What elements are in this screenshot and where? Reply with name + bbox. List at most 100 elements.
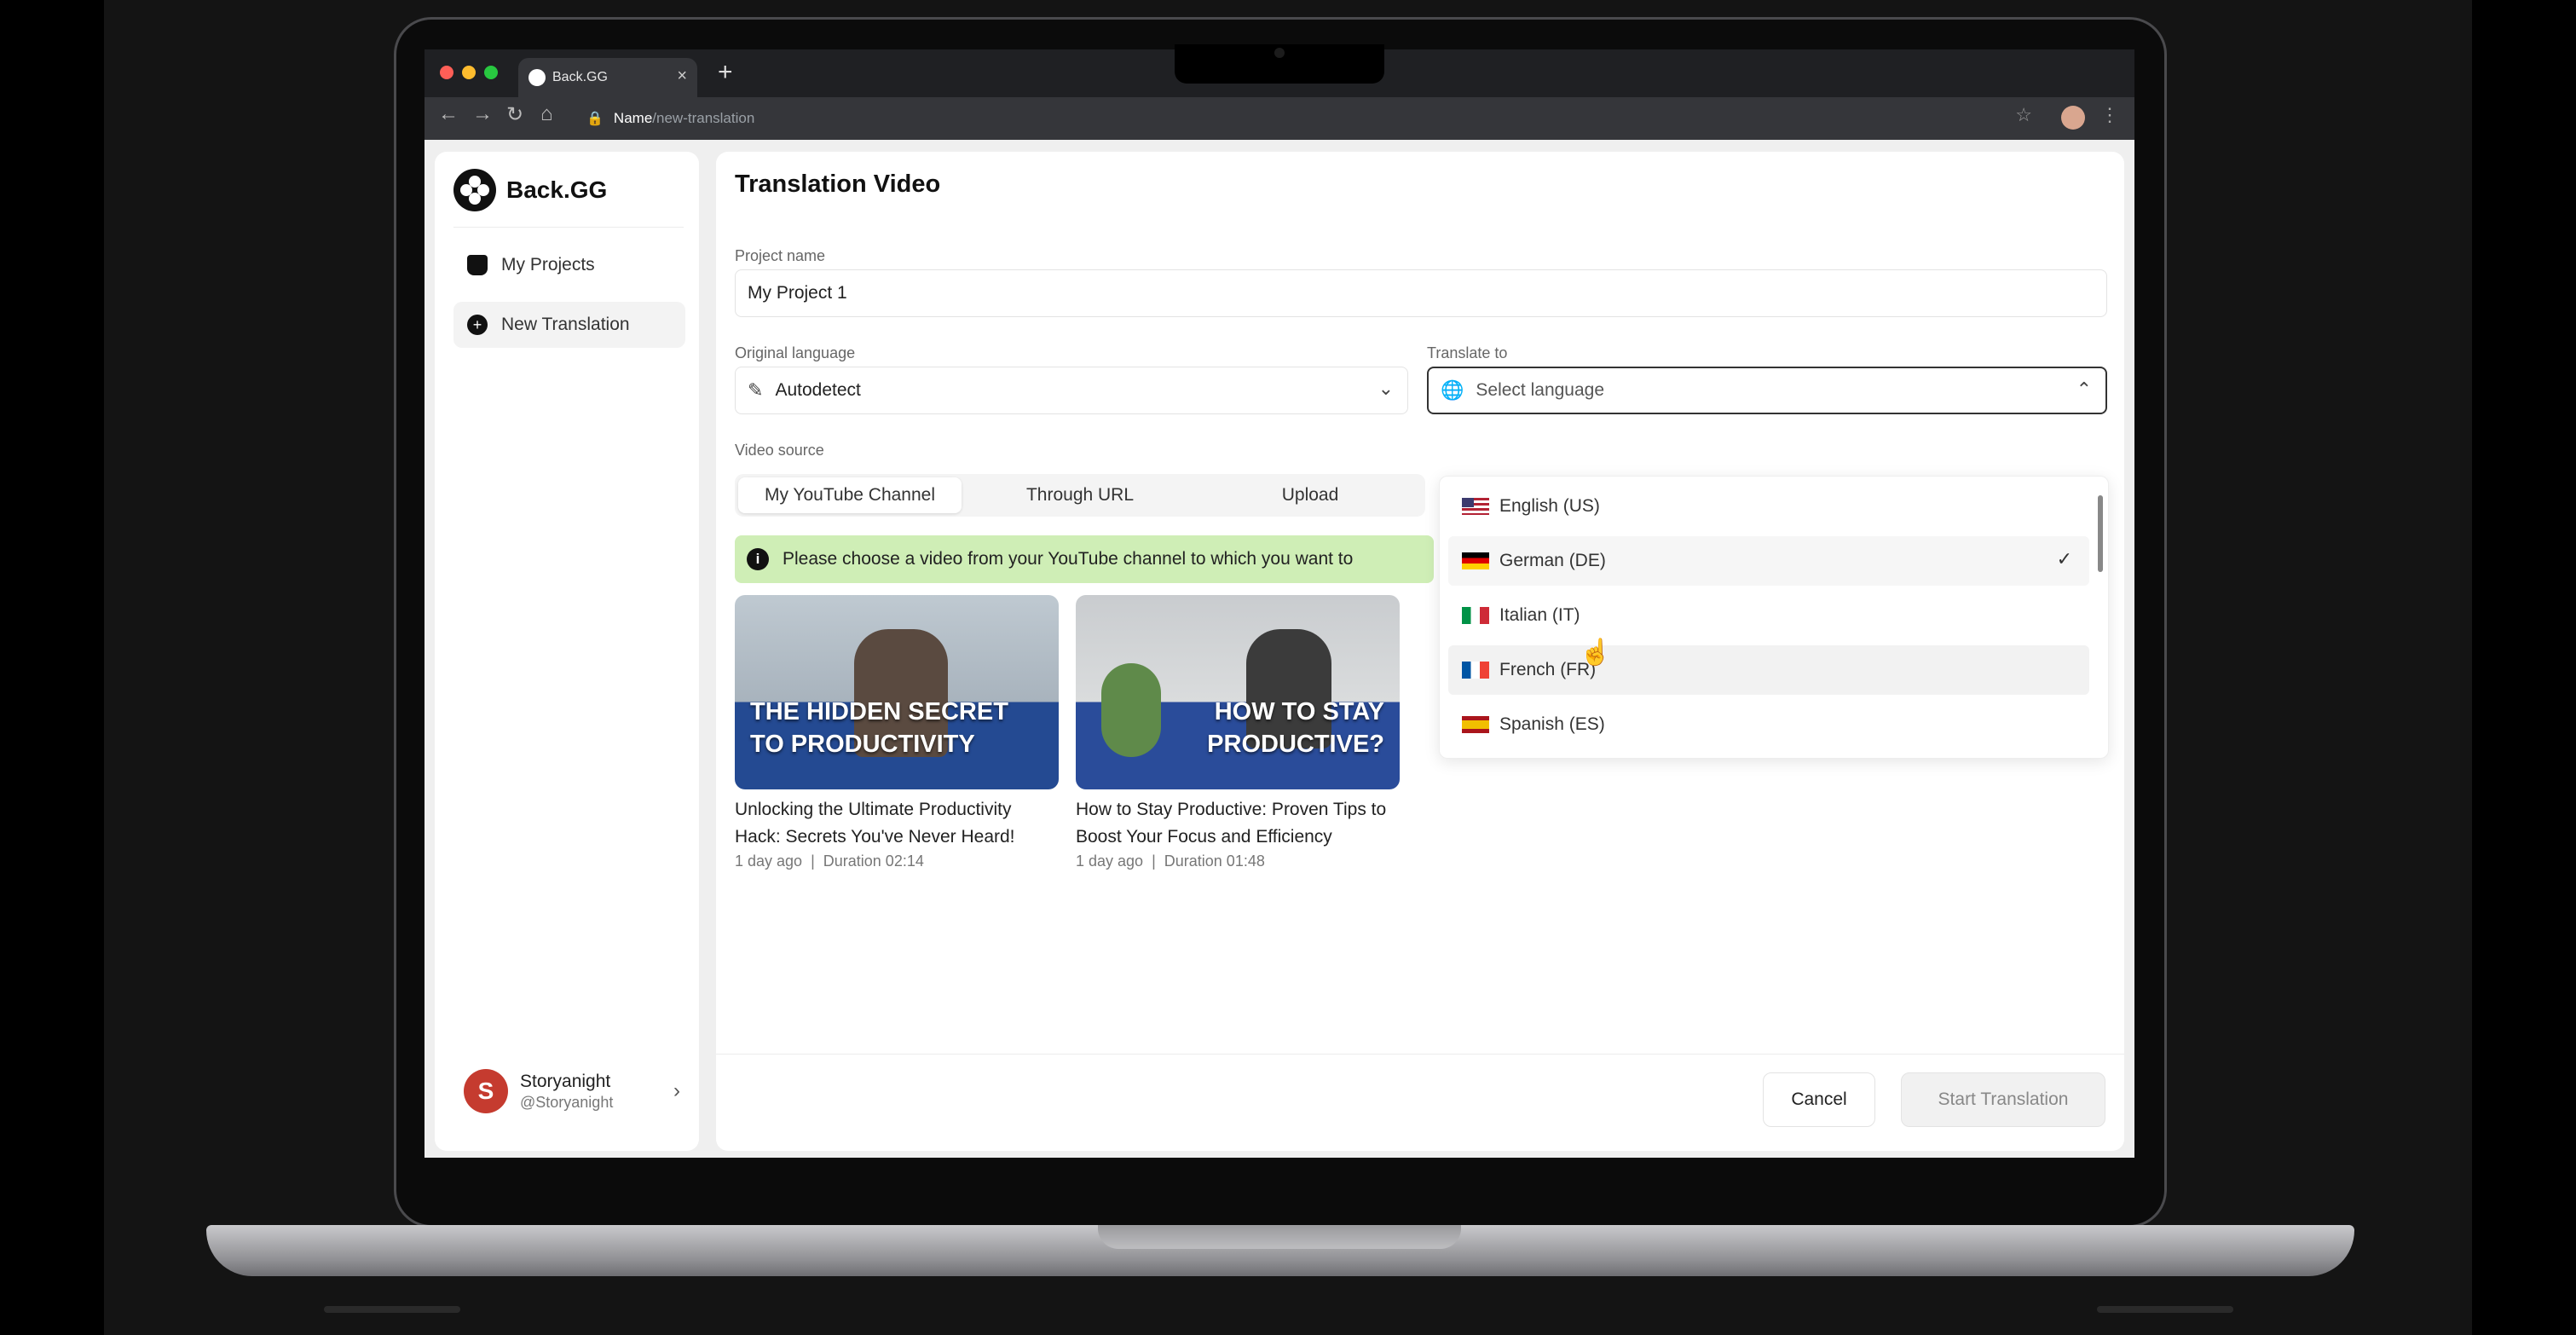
camera-icon bbox=[1274, 48, 1285, 58]
favicon-icon bbox=[528, 69, 546, 86]
info-icon: i bbox=[747, 548, 769, 570]
video-duration: Duration 02:14 bbox=[823, 852, 924, 870]
globe-icon: 🌐 bbox=[1441, 379, 1464, 401]
video-title[interactable]: Unlocking the Ultimate Productivity Hack… bbox=[735, 796, 1059, 851]
sidebar: Back.GG My Projects + New Translation S … bbox=[435, 152, 699, 1151]
sidebar-item-new-translation[interactable]: + New Translation bbox=[453, 302, 685, 348]
tab-upload[interactable]: Upload bbox=[1198, 477, 1422, 513]
language-option-label: German (DE) bbox=[1499, 551, 1606, 570]
language-option-label: Spanish (ES) bbox=[1499, 714, 1605, 734]
page-title: Translation Video bbox=[735, 170, 941, 198]
brand-name: Back.GG bbox=[506, 176, 608, 203]
video-title[interactable]: How to Stay Productive: Proven Tips to B… bbox=[1076, 796, 1400, 851]
language-option-de[interactable]: German (DE) ✓ bbox=[1448, 536, 2089, 586]
app-page: Back.GG My Projects + New Translation S … bbox=[425, 140, 2134, 1158]
language-option-it[interactable]: Italian (IT) bbox=[1448, 591, 2089, 640]
window-minimize-dot[interactable] bbox=[462, 66, 476, 79]
window-close-dot[interactable] bbox=[440, 66, 453, 79]
chevron-right-icon: › bbox=[673, 1079, 680, 1102]
thumbnail-plant bbox=[1101, 663, 1161, 757]
start-translation-button[interactable]: Start Translation bbox=[1901, 1072, 2105, 1127]
plus-circle-icon: + bbox=[467, 315, 488, 335]
video-source-label: Video source bbox=[735, 442, 824, 459]
brand-logo[interactable]: Back.GG bbox=[453, 169, 607, 211]
url-path: /new-translation bbox=[652, 110, 755, 126]
tab-close-icon[interactable]: × bbox=[677, 66, 687, 86]
language-option-label: Italian (IT) bbox=[1499, 605, 1580, 625]
footer-divider bbox=[716, 1054, 2124, 1055]
language-option-en-us[interactable]: English (US) bbox=[1448, 482, 2089, 531]
browser-toolbar: ← → ↻ ⌂ 🔒 Name /new-translation ☆ ⋮ bbox=[425, 97, 2134, 140]
reload-icon[interactable]: ↻ bbox=[506, 102, 523, 127]
original-language-label: Original language bbox=[735, 344, 856, 361]
language-option-es[interactable]: Spanish (ES) bbox=[1448, 700, 2089, 749]
video-meta: 1 day ago | Duration 01:48 bbox=[1076, 852, 1265, 870]
cancel-button[interactable]: Cancel bbox=[1763, 1072, 1875, 1127]
project-name-value: My Project 1 bbox=[748, 283, 847, 303]
main-panel: Translation Video Project name My Projec… bbox=[716, 152, 2124, 1151]
folder-icon bbox=[467, 255, 488, 275]
logo-icon bbox=[453, 169, 496, 211]
video-duration: Duration 01:48 bbox=[1164, 852, 1265, 870]
it-flag-icon bbox=[1462, 607, 1489, 624]
tab-my-youtube-channel[interactable]: My YouTube Channel bbox=[738, 477, 962, 513]
window-maximize-dot[interactable] bbox=[484, 66, 498, 79]
video-card[interactable]: THE HIDDEN SECRET TO PRODUCTIVITY Unlock… bbox=[735, 595, 1059, 870]
sidebar-item-label: My Projects bbox=[501, 255, 595, 275]
lock-icon: 🔒 bbox=[586, 112, 604, 126]
user-profile[interactable]: S Storyanight @Storyanight › bbox=[464, 1066, 685, 1117]
es-flag-icon bbox=[1462, 716, 1489, 733]
info-banner: i Please choose a video from your YouTub… bbox=[735, 535, 1434, 583]
de-flag-icon bbox=[1462, 552, 1489, 569]
chevron-down-icon: ⌄ bbox=[1378, 378, 1394, 399]
translate-to-select[interactable]: 🌐 Select language ⌃ bbox=[1427, 367, 2107, 414]
sidebar-divider bbox=[453, 227, 684, 228]
new-tab-icon[interactable]: + bbox=[718, 58, 733, 87]
browser-menu-icon[interactable]: ⋮ bbox=[2100, 104, 2119, 126]
video-meta: 1 day ago | Duration 02:14 bbox=[735, 852, 924, 870]
language-dropdown: English (US) German (DE) ✓ Italian (IT) … bbox=[1439, 476, 2109, 759]
hand-cursor-icon: ☝ bbox=[1580, 639, 1612, 667]
thumbnail-text: HOW TO STAY PRODUCTIVE? bbox=[1207, 698, 1384, 758]
translate-to-label: Translate to bbox=[1427, 344, 1508, 361]
bookmark-star-icon[interactable]: ☆ bbox=[2015, 104, 2032, 126]
forward-icon[interactable]: → bbox=[472, 102, 493, 126]
profile-avatar[interactable] bbox=[2061, 106, 2085, 130]
video-thumbnail[interactable]: HOW TO STAY PRODUCTIVE? bbox=[1076, 595, 1400, 789]
laptop-foot bbox=[324, 1306, 460, 1313]
browser-tab[interactable]: Back.GG × bbox=[518, 58, 697, 97]
original-language-select[interactable]: ✎ Autodetect ⌄ bbox=[735, 367, 1408, 414]
user-handle: @Storyanight bbox=[520, 1093, 614, 1111]
banner-text: Please choose a video from your YouTube … bbox=[783, 549, 1354, 569]
user-name: Storyanight bbox=[520, 1071, 611, 1091]
language-option-fr[interactable]: French (FR) bbox=[1448, 645, 2089, 695]
thumbnail-text: THE HIDDEN SECRET TO PRODUCTIVITY bbox=[750, 698, 1008, 758]
laptop-base-groove bbox=[1098, 1225, 1461, 1249]
sidebar-item-my-projects[interactable]: My Projects bbox=[453, 242, 685, 288]
back-icon[interactable]: ← bbox=[438, 102, 459, 126]
original-language-value: Autodetect bbox=[775, 380, 861, 400]
sidebar-item-label: New Translation bbox=[501, 315, 630, 334]
project-name-label: Project name bbox=[735, 247, 826, 264]
video-age: 1 day ago bbox=[1076, 852, 1144, 870]
us-flag-icon bbox=[1462, 498, 1489, 515]
video-source-tabs: My YouTube Channel Through URL Upload bbox=[735, 474, 1425, 517]
project-name-input[interactable]: My Project 1 bbox=[735, 269, 2107, 317]
url-host: Name bbox=[613, 110, 653, 126]
video-thumbnail[interactable]: THE HIDDEN SECRET TO PRODUCTIVITY bbox=[735, 595, 1059, 789]
magic-wand-icon: ✎ bbox=[748, 379, 764, 401]
dropdown-scrollbar[interactable] bbox=[2098, 495, 2103, 572]
check-icon: ✓ bbox=[2056, 548, 2072, 569]
video-card[interactable]: HOW TO STAY PRODUCTIVE? How to Stay Prod… bbox=[1076, 595, 1400, 870]
tab-through-url[interactable]: Through URL bbox=[968, 477, 1192, 513]
laptop-foot bbox=[2097, 1306, 2233, 1313]
video-age: 1 day ago bbox=[735, 852, 803, 870]
home-icon[interactable]: ⌂ bbox=[540, 102, 553, 126]
browser-tab-title: Back.GG bbox=[552, 70, 608, 84]
translate-to-placeholder: Select language bbox=[1476, 380, 1605, 400]
avatar: S bbox=[464, 1069, 508, 1113]
language-option-label: English (US) bbox=[1499, 496, 1600, 516]
browser-window: Back.GG × + ← → ↻ ⌂ 🔒 Name /new-translat… bbox=[425, 49, 2134, 1158]
address-bar[interactable]: 🔒 Name /new-translation bbox=[586, 102, 2087, 135]
chevron-up-icon: ⌃ bbox=[2076, 379, 2092, 400]
